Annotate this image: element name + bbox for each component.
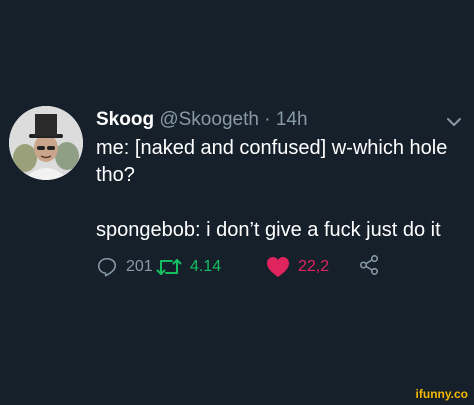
display-name[interactable]: Skoog (96, 109, 154, 130)
tweet-card[interactable]: Skoog @Skoogeth · 14h me: [naked and con… (0, 0, 474, 405)
user-handle[interactable]: @Skoogeth (159, 109, 259, 130)
share-icon (359, 255, 379, 275)
tweet-text-line-1: me: [naked and confused] w-which hole th… (96, 137, 448, 186)
retweet-icon (156, 259, 182, 275)
reply-button[interactable]: 201 (96, 254, 153, 280)
like-count: 22,2 (298, 258, 330, 275)
avatar[interactable] (9, 106, 83, 180)
retweet-button[interactable]: 4.14 (156, 254, 221, 280)
retweet-count: 4.14 (190, 258, 222, 275)
chevron-down-icon[interactable] (444, 112, 464, 132)
tweet-header: Skoog @Skoogeth · 14h (96, 108, 308, 132)
like-button[interactable]: 22,2 (266, 254, 329, 280)
share-button[interactable] (358, 254, 380, 276)
heart-icon (267, 257, 289, 277)
reply-count: 201 (126, 258, 153, 275)
tweet-actions: 201 4.14 22,2 (96, 254, 456, 280)
watermark: ifunny.co (415, 387, 468, 401)
avatar-image (9, 106, 83, 180)
reply-icon (97, 257, 117, 277)
tweet-timestamp[interactable]: 14h (276, 109, 308, 130)
tweet-text: me: [naked and confused] w-which hole th… (96, 135, 468, 244)
separator-dot: · (264, 109, 271, 130)
tweet-text-line-2: spongebob: i don’t give a fuck just do i… (96, 219, 441, 241)
